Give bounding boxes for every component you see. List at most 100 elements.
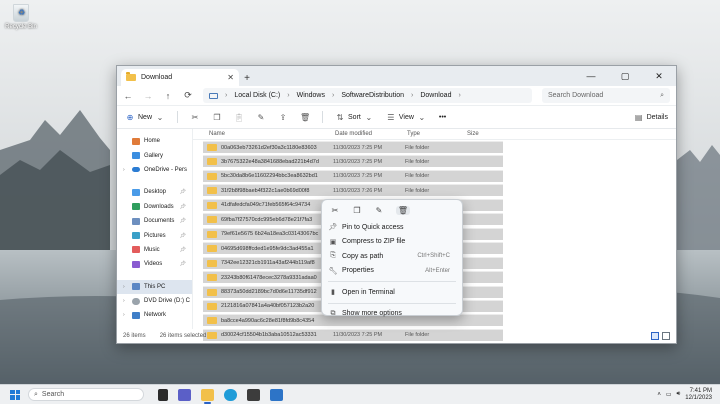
details-view-icon[interactable]	[651, 332, 659, 340]
cut-icon[interactable]: ✂	[190, 113, 200, 122]
network-status-icon[interactable]: ▭	[666, 391, 672, 398]
column-header-date[interactable]: Date modified	[335, 131, 407, 137]
taskbar-search-input[interactable]: ⌕ Search	[28, 388, 144, 401]
refresh-icon[interactable]: ⟳	[183, 90, 193, 101]
menu-item-compress-zip[interactable]: ▣ Compress to ZIP file	[322, 235, 462, 250]
cut-icon[interactable]: ✂	[330, 206, 340, 215]
pin-icon[interactable]: 📌︎	[180, 261, 186, 267]
menu-item-properties[interactable]: 🔧︎ Properties Alt+Enter	[322, 264, 462, 279]
pin-icon[interactable]: 📌︎	[180, 218, 186, 224]
paste-icon[interactable]: 📋︎	[234, 113, 244, 122]
breadcrumb-download[interactable]: Download	[420, 92, 451, 99]
chevron-up-icon[interactable]: ˄	[657, 392, 661, 398]
recycle-bin[interactable]: Recycle Bin	[4, 4, 38, 30]
menu-item-label: Properties	[342, 267, 374, 275]
delete-icon[interactable]: 🗑︎	[396, 205, 410, 215]
maximize-button[interactable]: ▢	[608, 66, 642, 86]
file-name-cell: 3b7675322e48a3841688ebad221b4d7d	[203, 158, 333, 166]
sidebar-item-videos[interactable]: Videos 📌︎	[117, 257, 192, 271]
sidebar-item-music[interactable]: Music 📌︎	[117, 243, 192, 257]
menu-item-label: Copy as path	[342, 252, 384, 260]
sidebar-item-gallery[interactable]: Gallery	[117, 148, 192, 162]
sidebar-item-dvd-drive[interactable]: › DVD Drive (D:) C	[117, 294, 192, 308]
menu-item-label: Compress to ZIP file	[342, 238, 406, 246]
file-name: 2121816a07841a4a40bf057123b2a20	[221, 303, 315, 310]
sidebar-item-onedrive[interactable]: › OneDrive - Pers	[117, 163, 192, 177]
copy-icon[interactable]: ❐	[212, 113, 222, 122]
recycle-bin-icon	[13, 4, 29, 22]
file-row[interactable]: 5bc30da8b6e11602294bbc3ea8632bd1 11/30/20…	[203, 169, 503, 182]
sidebar-item-network[interactable]: › Network	[117, 308, 192, 322]
teams-icon[interactable]	[178, 388, 191, 401]
folder-icon	[207, 317, 217, 325]
tab-download[interactable]: Download ✕	[121, 69, 239, 86]
file-name-cell: 88373a50dd2189bc7d0d6e11735df912	[203, 288, 333, 296]
menu-item-pin-quick-access[interactable]: 📌︎ Pin to Quick access	[322, 220, 462, 235]
menu-item-copy-as-path[interactable]: ⎘ Copy as path Ctrl+Shift+C	[322, 249, 462, 264]
file-row[interactable]: 3b7675322e48a3841688ebad221b4d7d 11/30/20…	[203, 155, 503, 168]
pin-icon[interactable]: 📌︎	[180, 204, 186, 210]
volume-icon[interactable]: 🔊︎	[677, 391, 681, 398]
file-name-cell: 23243b80f61478ecec3278a9331adaa0	[203, 274, 333, 282]
edge-icon[interactable]	[224, 388, 237, 401]
item-count: 26 items	[123, 333, 146, 339]
copy-icon[interactable]: ❐	[352, 206, 362, 215]
file-type: File folder	[405, 173, 430, 180]
file-explorer-icon[interactable]	[201, 388, 214, 404]
file-row[interactable]: 00a063eb73261d2ef30a3c1180e83603 11/30/20…	[203, 141, 503, 153]
menu-item-open-terminal[interactable]: ▮ Open in Terminal	[322, 285, 462, 300]
pin-icon[interactable]: 📌︎	[180, 189, 186, 195]
menu-item-show-more-options[interactable]: ⧉ Show more options	[322, 307, 462, 322]
minimize-button[interactable]: —	[574, 66, 608, 86]
music-icon	[132, 246, 140, 254]
new-button[interactable]: ⊕ New ⌄	[125, 113, 165, 122]
column-header-type[interactable]: Type	[407, 131, 467, 137]
pictures-icon	[132, 232, 140, 240]
folder-icon	[126, 72, 136, 81]
task-view-icon[interactable]	[158, 388, 168, 401]
sidebar-item-this-pc[interactable]: › This PC	[117, 279, 192, 294]
details-button[interactable]: ▤ Details	[634, 113, 668, 122]
column-header-size[interactable]: Size	[467, 131, 507, 137]
documents-icon	[132, 217, 140, 225]
windows-start-icon[interactable]	[10, 389, 20, 400]
sidebar-item-downloads[interactable]: Downloads 📌︎	[117, 200, 192, 214]
sidebar-item-home[interactable]: Home	[117, 134, 192, 148]
breadcrumb-local-disk[interactable]: Local Disk (C:)	[234, 92, 280, 99]
delete-icon[interactable]: 🗑︎	[300, 113, 310, 122]
pin-icon[interactable]: 📌︎	[180, 247, 186, 253]
back-arrow-icon[interactable]: ←	[123, 91, 133, 101]
close-tab-icon[interactable]: ✕	[227, 73, 234, 82]
new-tab-button[interactable]: +	[239, 73, 255, 84]
large-icons-view-icon[interactable]	[662, 332, 670, 340]
see-more-button[interactable]: •••	[439, 114, 446, 121]
sidebar-item-documents[interactable]: Documents 📌︎	[117, 214, 192, 228]
breadcrumb-windows[interactable]: Windows	[297, 92, 325, 99]
store-icon[interactable]	[247, 388, 260, 401]
sidebar-item-desktop[interactable]: Desktop 📌︎	[117, 185, 192, 199]
terminal-icon: ▮	[331, 289, 335, 297]
rename-icon[interactable]: ✎	[256, 113, 266, 122]
search-input[interactable]: Search Download ⌕	[542, 88, 670, 103]
pin-icon[interactable]: 📌︎	[180, 233, 186, 239]
column-header-name[interactable]: Name	[205, 131, 335, 137]
sort-button[interactable]: ⇅ Sort ⌄	[335, 113, 374, 122]
taskbar: ⌕ Search ˄ ▭ 🔊︎ 7:41 PM 12/1/2023	[0, 384, 720, 404]
sidebar-item-pictures[interactable]: Pictures 📌︎	[117, 228, 192, 242]
folder-icon	[207, 187, 217, 195]
rename-icon[interactable]: ✎	[374, 206, 384, 215]
share-icon[interactable]: ⇪	[278, 113, 288, 122]
file-row[interactable]: 31f2b8f98baeb4f322c1ae0b69d00f8 11/30/202…	[203, 184, 503, 197]
forward-arrow-icon[interactable]: →	[143, 91, 153, 101]
folder-icon	[207, 144, 217, 151]
file-name: 79ef61e5675 6b24a18ea3c03143067bc	[221, 231, 319, 238]
view-button[interactable]: ☰ View ⌄	[386, 113, 427, 122]
file-name-cell: 5bc30da8b6e11602294bbc3ea8632bd1	[203, 172, 333, 180]
clock[interactable]: 7:41 PM 12/1/2023	[685, 388, 712, 402]
close-window-button[interactable]: ✕	[642, 66, 676, 86]
mail-icon[interactable]	[270, 388, 283, 401]
up-arrow-icon[interactable]: ↑	[163, 91, 173, 101]
sidebar-item-label: DVD Drive (D:) C	[144, 298, 190, 305]
breadcrumb-softwaredistribution[interactable]: SoftwareDistribution	[341, 92, 404, 99]
breadcrumb[interactable]: › Local Disk (C:) › Windows › SoftwareDi…	[203, 88, 532, 103]
